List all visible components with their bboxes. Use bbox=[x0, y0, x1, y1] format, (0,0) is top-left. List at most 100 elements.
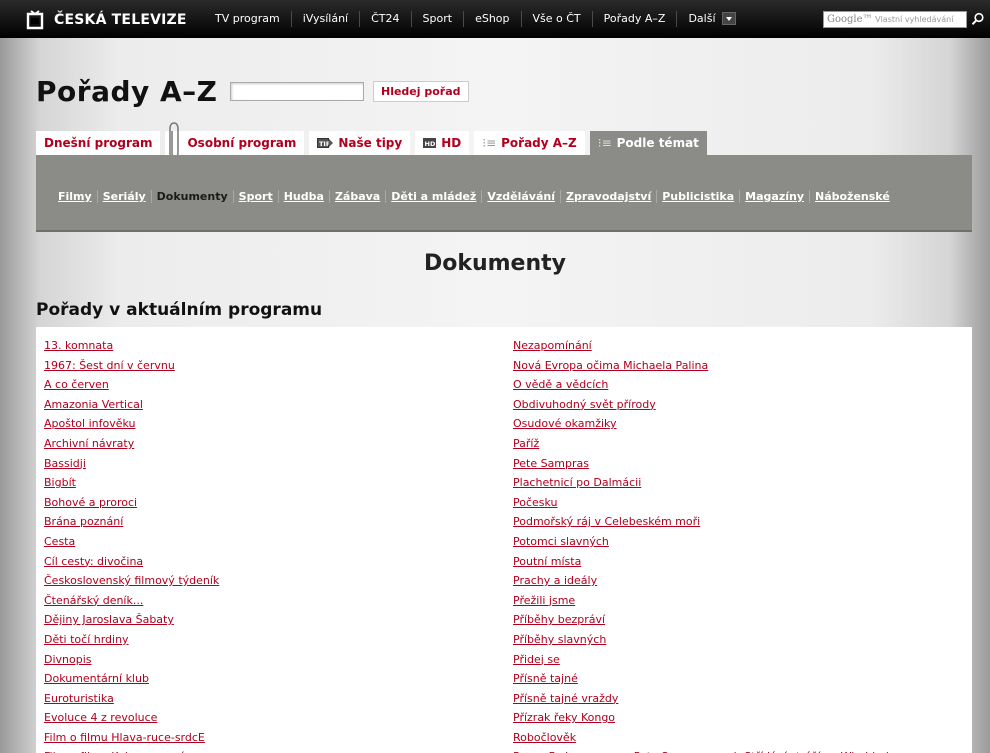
program-link[interactable]: Plachetnicí po Dalmácii bbox=[513, 473, 910, 493]
genre-zpravodajstvi[interactable]: Zpravodajství bbox=[559, 190, 656, 203]
tab-podle-temat[interactable]: ⁝≡ Podle témat bbox=[589, 131, 707, 155]
tab-label: Osobní program bbox=[187, 136, 297, 150]
program-link[interactable]: Cíl cesty: divočina bbox=[44, 552, 219, 572]
paperclip-icon bbox=[169, 122, 179, 158]
genre-links: Filmy Seriály Dokumenty Sport Hudba Zába… bbox=[53, 190, 895, 203]
program-link[interactable]: A co červen bbox=[44, 375, 219, 395]
program-link[interactable]: Nová Evropa očima Michaela Palina bbox=[513, 356, 910, 376]
genre-dokumenty[interactable]: Dokumenty bbox=[150, 190, 233, 203]
section-title: Dokumenty bbox=[423, 251, 567, 276]
program-link[interactable]: Divnopis bbox=[44, 650, 219, 670]
program-link[interactable]: Čtenářský deník... bbox=[44, 591, 219, 611]
program-link[interactable]: Přísně tajné vraždy bbox=[513, 689, 910, 709]
nav-sport[interactable]: Sport bbox=[410, 11, 464, 27]
program-link[interactable]: Příběhy slavných bbox=[513, 630, 910, 650]
tab-porady-a-z[interactable]: ⁝≡ Pořady A–Z bbox=[474, 131, 585, 155]
program-link[interactable]: Brána poznání bbox=[44, 512, 219, 532]
program-link[interactable]: Potomci slavných bbox=[513, 532, 910, 552]
program-tabs: Dnešní program Osobní program TIP Naše t… bbox=[36, 131, 707, 155]
program-link[interactable]: Podmořský ráj v Celebeském moři bbox=[513, 512, 910, 532]
genre-sport[interactable]: Sport bbox=[232, 190, 278, 203]
program-link[interactable]: Archivní návraty bbox=[44, 434, 219, 454]
tab-label: Podle témat bbox=[616, 136, 699, 150]
genre-filmy[interactable]: Filmy bbox=[53, 190, 97, 203]
program-link[interactable]: Přidej se bbox=[513, 650, 910, 670]
program-list: 13. komnata 1967: Šest dní v červnu A co č… bbox=[36, 327, 972, 753]
ct-logo[interactable]: ČESKÁ TELEVIZE bbox=[24, 10, 187, 30]
program-link[interactable]: Děti točí hrdiny bbox=[44, 630, 219, 650]
list-icon: ⁝≡ bbox=[482, 136, 497, 150]
nav-porady-a-z[interactable]: Pořady A–Z bbox=[591, 11, 677, 27]
program-link[interactable]: 13. komnata bbox=[44, 336, 219, 356]
program-link[interactable]: Euroturistika bbox=[44, 689, 219, 709]
genre-nabozenske[interactable]: Náboženské bbox=[809, 190, 895, 203]
program-link[interactable]: Apoštol infověku bbox=[44, 414, 219, 434]
program-link[interactable]: Prachy a ideály bbox=[513, 571, 910, 591]
genre-vzdelavani[interactable]: Vzdělávání bbox=[481, 190, 560, 203]
genre-zabava[interactable]: Zábava bbox=[328, 190, 385, 203]
nav-dalsi[interactable]: Další bbox=[676, 11, 746, 27]
nav-ivysilani[interactable]: iVysílání bbox=[290, 11, 359, 27]
genre-publicistika[interactable]: Publicistika bbox=[656, 190, 739, 203]
program-link[interactable]: Přísně tajné bbox=[513, 669, 910, 689]
program-link[interactable]: Přežili jsme bbox=[513, 591, 910, 611]
nav-dalsi-label: Další bbox=[688, 12, 716, 25]
program-link[interactable]: Bigbít bbox=[44, 473, 219, 493]
page-area: Pořady A–Z Hledej pořad Dnešní program O… bbox=[0, 38, 990, 753]
program-link[interactable]: Osudové okamžiky bbox=[513, 414, 910, 434]
tip-icon: TIP bbox=[317, 138, 334, 148]
list-heading: Pořady v aktuálním programu bbox=[36, 300, 323, 320]
program-link[interactable]: Příběhy bezpráví bbox=[513, 610, 910, 630]
genre-deti-a-mladez[interactable]: Děti a mládež bbox=[385, 190, 481, 203]
show-search-input[interactable] bbox=[230, 82, 364, 101]
program-link[interactable]: Dějiny Jaroslava Šabaty bbox=[44, 610, 219, 630]
nav-eshop[interactable]: eShop bbox=[463, 11, 520, 27]
program-link[interactable]: Nezapomínání bbox=[513, 336, 910, 356]
program-link[interactable]: Přízrak řeky Kongo bbox=[513, 708, 910, 728]
program-link[interactable]: Bohové a proroci bbox=[44, 493, 219, 513]
search-placeholder: Vlastní vyhledávání bbox=[875, 15, 954, 24]
tab-label: HD bbox=[441, 136, 462, 150]
program-link[interactable]: Film o filmu Kuky se vrací bbox=[44, 747, 219, 753]
genre-serialy[interactable]: Seriály bbox=[96, 190, 151, 203]
program-list-right-column: Nezapomínání Nová Evropa očima Michaela P… bbox=[513, 336, 910, 753]
nav-ct24[interactable]: ČT24 bbox=[359, 11, 410, 27]
nav-tv-program[interactable]: TV program bbox=[204, 11, 291, 27]
tab-label: Naše tipy bbox=[338, 136, 403, 150]
site-search-input[interactable]: Google™ Vlastní vyhledávání bbox=[823, 11, 967, 28]
program-list-left-column: 13. komnata 1967: Šest dní v červnu A co č… bbox=[44, 336, 219, 753]
chevron-down-icon[interactable] bbox=[721, 12, 736, 25]
program-link[interactable]: Evoluce 4 z revoluce bbox=[44, 708, 219, 728]
tab-osobni-program[interactable]: Osobní program bbox=[165, 131, 305, 155]
program-link[interactable]: Počesku bbox=[513, 493, 910, 513]
program-link[interactable]: Amazonia Vertical bbox=[44, 395, 219, 415]
search-icon[interactable] bbox=[971, 12, 985, 26]
program-link[interactable]: Film o filmu Hlava-ruce-srdcE bbox=[44, 728, 219, 748]
ct-logo-icon bbox=[26, 10, 44, 30]
program-link[interactable]: Obdivuhodný svět přírody bbox=[513, 395, 910, 415]
top-bar: ČESKÁ TELEVIZE TV program iVysílání ČT24… bbox=[0, 0, 990, 38]
program-link[interactable]: 1967: Šest dní v červnu bbox=[44, 356, 219, 376]
genre-magaziny[interactable]: Magazíny bbox=[739, 190, 809, 203]
program-link[interactable]: Československý filmový týdeník bbox=[44, 571, 219, 591]
page-title: Pořady A–Z bbox=[36, 75, 218, 108]
program-link[interactable]: O vědě a vědcích bbox=[513, 375, 910, 395]
program-link[interactable]: Dokumentární klub bbox=[44, 669, 219, 689]
tab-label: Pořady A–Z bbox=[501, 136, 577, 150]
program-link[interactable]: Poutní místa bbox=[513, 552, 910, 572]
nav-vse-o-ct[interactable]: Vše o ČT bbox=[520, 11, 592, 27]
program-link[interactable]: Paříž bbox=[513, 434, 910, 454]
tab-label: Dnešní program bbox=[44, 136, 153, 150]
genre-hudba[interactable]: Hudba bbox=[277, 190, 329, 203]
svg-text:HD: HD bbox=[425, 140, 436, 148]
tab-hd[interactable]: HD HD bbox=[415, 131, 470, 155]
tab-nase-tipy[interactable]: TIP Naše tipy bbox=[309, 131, 411, 155]
tab-dnesni-program[interactable]: Dnešní program bbox=[36, 131, 161, 155]
program-link[interactable]: Robočlověk bbox=[513, 728, 910, 748]
program-link[interactable]: Bassidji bbox=[44, 454, 219, 474]
genre-subnav: Filmy Seriály Dokumenty Sport Hudba Zába… bbox=[36, 155, 972, 232]
program-link[interactable]: Roger Federer versus Pete Sampras aneb S… bbox=[513, 747, 910, 753]
program-link[interactable]: Cesta bbox=[44, 532, 219, 552]
find-show-button[interactable]: Hledej pořad bbox=[373, 81, 469, 102]
program-link[interactable]: Pete Sampras bbox=[513, 454, 910, 474]
